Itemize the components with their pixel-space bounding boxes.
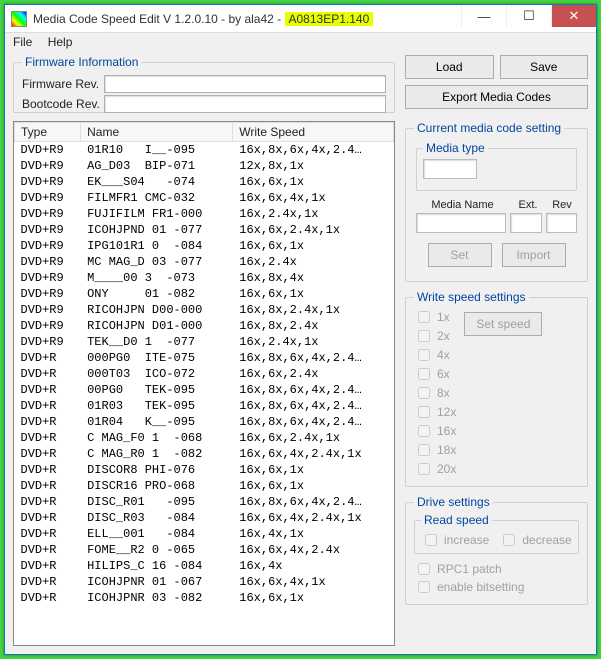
rev-field[interactable]	[546, 213, 577, 233]
table-row[interactable]: DVD+R9FUJIFILM FR1-00016x,2.4x,1x	[15, 206, 394, 222]
table-row[interactable]: DVD+R00PG0 TEK-09516x,8x,6x,4x,2.4…	[15, 382, 394, 398]
decrease-checkbox[interactable]: decrease	[499, 531, 571, 549]
table-row[interactable]: DVD+R9RICOHJPN D00-00016x,8x,2.4x,1x	[15, 302, 394, 318]
media-name-header: Media Name	[416, 199, 509, 211]
table-row[interactable]: DVD+R000PG0 ITE-07516x,8x,6x,4x,2.4…	[15, 350, 394, 366]
speed-12x[interactable]: 12x	[414, 403, 456, 421]
table-row[interactable]: DVD+R01R04 K__-09516x,8x,6x,4x,2.4…	[15, 414, 394, 430]
current-media-legend: Current media code setting	[414, 121, 564, 135]
speed-8x[interactable]: 8x	[414, 384, 456, 402]
drive-settings-legend: Drive settings	[414, 495, 493, 509]
rev-header: Rev	[547, 199, 577, 211]
table-row[interactable]: DVD+R9ONY 01 -08216x,6x,1x	[15, 286, 394, 302]
table-row[interactable]: DVD+R9FILMFR1 CMC-03216x,6x,4x,1x	[15, 190, 394, 206]
firmware-rev-field[interactable]	[104, 75, 386, 93]
menu-help[interactable]: Help	[48, 35, 73, 49]
table-row[interactable]: DVD+RHILIPS_C 16 -08416x,4x	[15, 558, 394, 574]
read-speed-label: Read speed	[421, 513, 492, 527]
media-type-value	[423, 159, 477, 179]
table-row[interactable]: DVD+RDISCOR8 PHI-07616x,6x,1x	[15, 462, 394, 478]
table-row[interactable]: DVD+R01R03 TEK-09516x,8x,6x,4x,2.4…	[15, 398, 394, 414]
table-row[interactable]: DVD+R901R10 I__-09516x,8x,6x,4x,2.4…	[15, 142, 394, 159]
titlebar[interactable]: Media Code Speed Edit V 1.2.0.10 - by al…	[5, 5, 596, 33]
rpc1-checkbox[interactable]: RPC1 patch	[414, 560, 579, 578]
menu-file[interactable]: File	[13, 35, 32, 49]
media-type-box: Media type	[416, 141, 577, 191]
media-type-label: Media type	[423, 141, 488, 155]
table-row[interactable]: DVD+RELL__001 -08416x,4x,1x	[15, 526, 394, 542]
drive-settings-group: Drive settings Read speed increase decre…	[405, 495, 588, 605]
set-speed-button[interactable]: Set speed	[464, 312, 542, 336]
speed-20x[interactable]: 20x	[414, 460, 456, 478]
ext-header: Ext.	[513, 199, 543, 211]
set-button[interactable]: Set	[428, 243, 492, 267]
top-buttons: Load Save Export Media Codes	[405, 55, 588, 113]
table-row[interactable]: DVD+R9MC MAG_D 03 -07716x,2.4x	[15, 254, 394, 270]
write-speed-group: Write speed settings 1x2x4x6x8x12x16x18x…	[405, 290, 588, 487]
table-row[interactable]: DVD+RC MAG_R0 1 -08216x,6x,4x,2.4x,1x	[15, 446, 394, 462]
table-row[interactable]: DVD+R9RICOHJPN D01-00016x,8x,2.4x	[15, 318, 394, 334]
col-type[interactable]: Type	[15, 123, 81, 142]
speed-16x[interactable]: 16x	[414, 422, 456, 440]
col-name[interactable]: Name	[81, 123, 233, 142]
table-row[interactable]: DVD+RDISC_R01 -09516x,8x,6x,4x,2.4…	[15, 494, 394, 510]
bitsetting-checkbox[interactable]: enable bitsetting	[414, 578, 579, 596]
speed-2x[interactable]: 2x	[414, 327, 456, 345]
speed-6x[interactable]: 6x	[414, 365, 456, 383]
import-button[interactable]: Import	[502, 243, 566, 267]
minimize-button[interactable]: —	[461, 5, 506, 27]
bootcode-rev-label: Bootcode Rev.	[22, 97, 104, 111]
window-buttons: — ☐ ✕	[461, 5, 596, 27]
firmware-rev-label: Firmware Rev.	[22, 77, 104, 91]
speed-4x[interactable]: 4x	[414, 346, 456, 364]
maximize-button[interactable]: ☐	[506, 5, 551, 27]
read-speed-box: Read speed increase decrease	[414, 513, 579, 554]
table-row[interactable]: DVD+RFOME__R2 0 -06516x,6x,4x,2.4x	[15, 542, 394, 558]
table-row[interactable]: DVD+R9AG_D03 BIP-07112x,8x,1x	[15, 158, 394, 174]
col-write-speed[interactable]: Write Speed	[233, 123, 394, 142]
save-button[interactable]: Save	[500, 55, 589, 79]
table-row[interactable]: DVD+R9M____00 3 -07316x,8x,4x	[15, 270, 394, 286]
title-prefix: Media Code Speed Edit V 1.2.0.10 - by al…	[33, 12, 285, 26]
load-button[interactable]: Load	[405, 55, 494, 79]
close-button[interactable]: ✕	[551, 5, 596, 27]
table-row[interactable]: DVD+RC MAG_F0 1 -06816x,6x,2.4x,1x	[15, 430, 394, 446]
media-table[interactable]: TypeNameWrite Speed DVD+R901R10 I__-0951…	[13, 121, 395, 646]
firmware-info-group: Firmware Information Firmware Rev. Bootc…	[13, 55, 395, 113]
app-window: Media Code Speed Edit V 1.2.0.10 - by al…	[4, 4, 597, 655]
table-row[interactable]: DVD+RICOHJPNR 03 -08216x,6x,1x	[15, 590, 394, 606]
increase-checkbox[interactable]: increase	[421, 531, 489, 549]
firmware-info-legend: Firmware Information	[22, 55, 141, 69]
table-row[interactable]: DVD+R9IPG101R1 0 -08416x,6x,1x	[15, 238, 394, 254]
speed-1x[interactable]: 1x	[414, 308, 456, 326]
table-row[interactable]: DVD+R000T03 ICO-07216x,6x,2.4x	[15, 366, 394, 382]
write-speed-legend: Write speed settings	[414, 290, 529, 304]
speed-18x[interactable]: 18x	[414, 441, 456, 459]
app-icon	[11, 11, 27, 27]
bootcode-rev-field[interactable]	[104, 95, 386, 113]
ext-field[interactable]	[510, 213, 541, 233]
title-highlight: A0813EP1.140	[285, 12, 374, 26]
table-row[interactable]: DVD+R9ICOHJPND 01 -07716x,6x,2.4x,1x	[15, 222, 394, 238]
menubar: File Help	[5, 33, 596, 51]
media-name-field[interactable]	[416, 213, 506, 233]
current-media-group: Current media code setting Media type Me…	[405, 121, 588, 282]
table-row[interactable]: DVD+RICOHJPNR 01 -06716x,6x,4x,1x	[15, 574, 394, 590]
table-row[interactable]: DVD+R9TEK__D0 1 -07716x,2.4x,1x	[15, 334, 394, 350]
export-media-codes-button[interactable]: Export Media Codes	[405, 85, 588, 109]
table-row[interactable]: DVD+R9EK___S04 -07416x,6x,1x	[15, 174, 394, 190]
table-row[interactable]: DVD+RDISC_R03 -08416x,6x,4x,2.4x,1x	[15, 510, 394, 526]
table-row[interactable]: DVD+RDISCR16 PRO-06816x,6x,1x	[15, 478, 394, 494]
window-title: Media Code Speed Edit V 1.2.0.10 - by al…	[33, 12, 373, 26]
